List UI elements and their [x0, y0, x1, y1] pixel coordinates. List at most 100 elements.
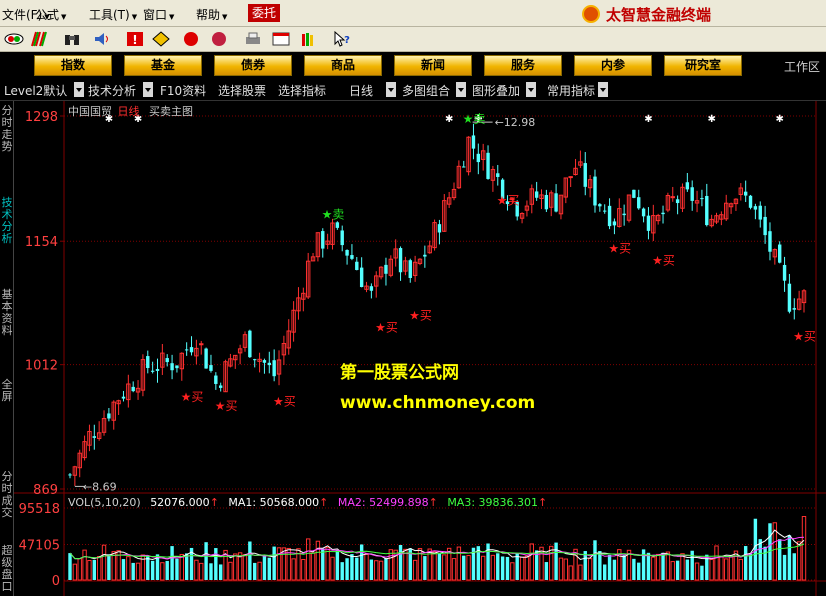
period-daily[interactable]: 日线 — [349, 82, 373, 99]
books-icon[interactable] — [300, 31, 318, 47]
volume-bar — [554, 542, 558, 580]
section-research-button[interactable]: 研究室 — [664, 55, 742, 76]
section-service-button[interactable]: 服务 — [484, 55, 562, 76]
svg-text:!: ! — [132, 33, 137, 47]
volume-bar — [719, 556, 724, 581]
level2-dropdown-icon[interactable] — [74, 82, 84, 97]
chart-area[interactable]: 1298 1154 1012 869 95518 47105 0 ←12.98 ←8.69 ✱ ✱ ✱… — [0, 101, 826, 596]
volume-bar — [665, 551, 671, 581]
tab-intraday[interactable]: 分时走势 — [1, 105, 13, 153]
eye-icon[interactable] — [4, 31, 24, 47]
alert-icon[interactable]: ! — [126, 31, 144, 47]
info-icon[interactable] — [210, 31, 228, 47]
workzone-label[interactable]: 工作区 — [784, 58, 820, 75]
printer-icon[interactable] — [244, 31, 262, 47]
volume-bar — [82, 549, 87, 581]
f10-icon[interactable] — [182, 31, 200, 47]
candle-body — [568, 176, 573, 179]
section-commodity-button[interactable]: 商品 — [304, 55, 382, 76]
overlay-dropdown-icon[interactable] — [526, 82, 536, 97]
candle-body — [622, 213, 626, 216]
volume-bar — [700, 565, 704, 580]
section-index-button[interactable]: 指数 — [34, 55, 112, 76]
volume-bar — [77, 558, 82, 581]
window-icon[interactable] — [272, 31, 290, 47]
tech-analysis-dropdown-icon[interactable] — [143, 82, 153, 97]
volume-bar — [272, 546, 276, 580]
candle-body — [92, 436, 97, 438]
volume-bar — [301, 558, 306, 581]
candle-body — [787, 283, 792, 312]
volume-bar — [423, 556, 427, 580]
menu-help[interactable]: 帮助 ▼ — [196, 6, 227, 23]
multi-chart[interactable]: 多图组合 — [402, 82, 450, 99]
section-fund-button[interactable]: 基金 — [124, 55, 202, 76]
menu-formula[interactable]: 公式 ▼ — [35, 6, 66, 23]
stripes-icon[interactable] — [30, 31, 48, 47]
common-indicators-dropdown-icon[interactable] — [598, 82, 608, 97]
volume-bar — [670, 561, 675, 581]
left-tabs: 分时走势 技术分析 基本资料 全屏 分时成交 超级盘口 — [0, 101, 14, 596]
sell-signal: ★卖 — [463, 112, 486, 126]
candle-body — [423, 254, 427, 257]
volume-bar — [641, 549, 646, 580]
volume-bar — [412, 559, 418, 581]
candle-body — [209, 365, 213, 371]
tab-fundamental[interactable]: 基本资料 — [1, 289, 13, 337]
volume-bar — [451, 558, 457, 581]
candle-body — [753, 206, 758, 210]
ma1-label: MA1: — [228, 496, 257, 509]
candle-body — [598, 204, 602, 207]
buy-signal: ★买 — [215, 399, 238, 413]
volume-bar — [632, 558, 636, 580]
f10-info[interactable]: F10资料 — [160, 82, 206, 99]
volume-bar — [248, 541, 252, 580]
candle-body — [204, 348, 208, 369]
section-insider-button[interactable]: 内参 — [574, 55, 652, 76]
volume-bar — [505, 556, 510, 580]
menu-tools[interactable]: 工具(T) ▼ — [89, 6, 137, 23]
candle-body — [175, 365, 179, 369]
period-dropdown-icon[interactable] — [386, 82, 396, 97]
common-indicators[interactable]: 常用指标 — [547, 82, 595, 99]
price-tick-label: 1298 — [25, 110, 58, 125]
tab-technical[interactable]: 技术分析 — [1, 197, 13, 245]
select-indicator[interactable]: 选择指标 — [278, 82, 326, 99]
tab-ticks[interactable]: 分时成交 — [1, 471, 13, 519]
price-chart[interactable]: 1298 1154 1012 869 95518 47105 0 ←12.98 ←8.69 ✱ ✱ ✱… — [0, 101, 826, 596]
candle-body — [253, 359, 257, 361]
section-bond-button[interactable]: 债券 — [214, 55, 292, 76]
volume-bar — [724, 558, 729, 581]
candle-body — [632, 189, 636, 198]
candle-body — [248, 330, 252, 358]
tech-analysis[interactable]: 技术分析 — [88, 82, 136, 99]
help-cursor-icon[interactable]: ? — [333, 31, 351, 47]
section-news-button[interactable]: 新闻 — [394, 55, 472, 76]
binoculars-icon[interactable] — [63, 31, 81, 47]
select-stock[interactable]: 选择股票 — [218, 82, 266, 99]
sell-signal: ★卖 — [322, 208, 345, 222]
candle-body — [603, 210, 607, 212]
volume-bar — [549, 545, 554, 581]
volume-bar — [335, 550, 340, 580]
volume-bar — [276, 547, 282, 581]
overlay[interactable]: 图形叠加 — [472, 82, 520, 99]
volume-bar — [96, 556, 102, 581]
level2-default[interactable]: Level2默认 — [4, 82, 67, 99]
candle-body — [384, 264, 388, 274]
section-nav: 指数 基金 债券 商品 新闻 服务 内参 研究室 工作区 — [0, 52, 826, 79]
volume-bar — [384, 558, 388, 580]
vol-tick-label: 95518 — [19, 502, 60, 517]
volume-bar — [738, 558, 744, 581]
diamond-icon[interactable] — [152, 31, 170, 47]
multi-chart-dropdown-icon[interactable] — [456, 82, 466, 97]
candle-body — [262, 360, 267, 363]
volume-bar — [107, 554, 111, 580]
entrust-button[interactable]: 委托 — [248, 4, 280, 22]
menu-window[interactable]: 窗口 ▼ — [143, 6, 174, 23]
candle-body — [544, 194, 549, 210]
tab-level2[interactable]: 超级盘口 — [1, 545, 13, 593]
tab-fullscreen[interactable]: 全屏 — [1, 379, 13, 403]
volume-bar — [500, 556, 505, 580]
speaker-icon[interactable] — [93, 31, 111, 47]
